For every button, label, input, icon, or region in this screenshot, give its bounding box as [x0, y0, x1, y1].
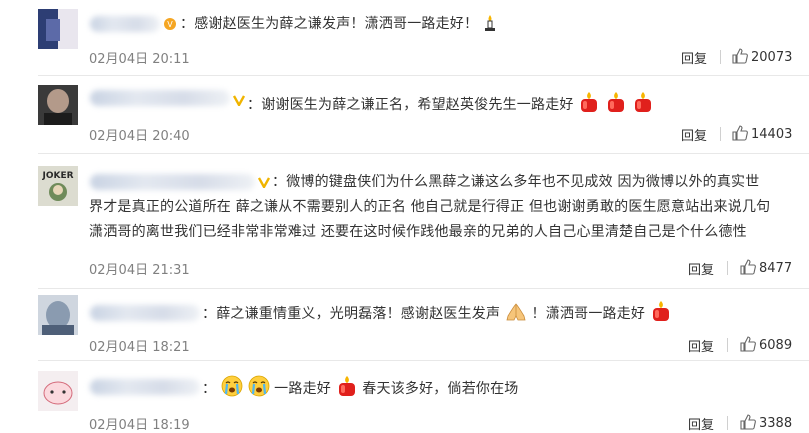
comment-time: 02月04日 20:40: [89, 129, 190, 144]
comment-time: 02月04日 18:21: [89, 340, 190, 355]
avatar-image: [38, 295, 78, 335]
username-blurred[interactable]: [90, 90, 230, 106]
thumbs-up-icon: [740, 336, 756, 352]
praying-hands-icon: [506, 303, 526, 321]
reply-button[interactable]: 回复: [688, 414, 714, 433]
separator: [720, 50, 721, 64]
avatar[interactable]: [38, 85, 78, 125]
candle-icon: [652, 301, 669, 321]
reply-button[interactable]: 回复: [681, 48, 707, 67]
thumbs-up-icon: [732, 125, 748, 141]
avatar[interactable]: [38, 9, 78, 49]
avatar-image: [38, 9, 78, 49]
comment-item: ：薛之谦重情重义，光明磊落！感谢赵医生发声 ！潇洒哥一路走好 02月04日 18…: [0, 289, 809, 359]
comment-item: ：谢谢医生为薛之谦正名，希望赵英俊先生一路走好 02月04日 20:40 回复 …: [0, 76, 809, 152]
crying-face-icon: [248, 375, 269, 397]
avatar[interactable]: [38, 295, 78, 335]
like-button[interactable]: 8477: [740, 259, 792, 276]
comment-time: 02月04日 21:31: [89, 263, 190, 278]
comment-text: ：感谢赵医生为薛之谦发声！潇洒哥一路走好！: [180, 12, 497, 37]
thumbs-up-icon: [740, 414, 756, 430]
crying-face-icon: [221, 375, 243, 397]
separator: [727, 416, 728, 430]
avatar-image: JOKER: [38, 166, 78, 206]
candle-icon: [607, 92, 624, 112]
username-blurred[interactable]: [90, 379, 200, 395]
prayer-candle-icon: [484, 15, 495, 31]
avatar-image: [38, 371, 78, 411]
reply-button[interactable]: 回复: [688, 336, 714, 355]
thumbs-up-icon: [732, 48, 748, 64]
username-blurred[interactable]: [90, 16, 160, 32]
vip-badge-icon: V: [164, 18, 176, 30]
like-count: 20073: [751, 50, 793, 65]
comment-text: ：薛之谦重情重义，光明磊落！感谢赵医生发声 ！潇洒哥一路走好: [202, 300, 672, 327]
reply-button[interactable]: 回复: [681, 125, 707, 144]
comment-text: ：谢谢医生为薛之谦正名，希望赵英俊先生一路走好: [247, 91, 654, 118]
comment-text: ：微博的键盘侠们为什么黑薛之谦这么多年也不见成效 因为微博以外的真实世 界才是真…: [89, 174, 771, 240]
separator: [727, 261, 728, 275]
comment-time: 02月04日 18:19: [89, 418, 190, 433]
candle-icon: [581, 92, 598, 112]
like-button[interactable]: 6089: [740, 336, 792, 353]
like-count: 8477: [759, 261, 793, 276]
avatar[interactable]: JOKER: [38, 166, 78, 206]
thumbs-up-icon: [740, 259, 756, 275]
comment-text: ： 一路走好 春天该多好，倘若你在场: [202, 375, 519, 402]
comment-item: V ：感谢赵医生为薛之谦发声！潇洒哥一路走好！ 02月04日 20:11 回复 …: [0, 0, 809, 76]
candle-icon: [338, 376, 355, 396]
like-button[interactable]: 3388: [740, 414, 792, 431]
avatar-label: JOKER: [41, 171, 73, 181]
like-button[interactable]: 20073: [732, 48, 792, 65]
avatar-image: [38, 85, 78, 125]
like-count: 6089: [759, 338, 793, 353]
like-button[interactable]: 14403: [732, 125, 792, 142]
like-count: 14403: [751, 127, 793, 142]
avatar[interactable]: [38, 371, 78, 411]
separator: [720, 127, 721, 141]
separator: [727, 338, 728, 352]
reply-button[interactable]: 回复: [688, 259, 714, 278]
comment-item: ： 一路走好 春天该多好，倘若你在场 02月04日 18:19 回复 3388: [0, 361, 809, 433]
comment-item: JOKER ：微博的键盘侠们为什么黑薛之谦这么多年也不见成效 因为微博以外的真实…: [0, 154, 809, 288]
candle-icon: [634, 92, 651, 112]
svg-text:V: V: [167, 20, 173, 29]
comment-time: 02月04日 20:11: [89, 52, 190, 67]
username-blurred[interactable]: [90, 305, 200, 321]
like-count: 3388: [759, 416, 793, 431]
vip-badge-icon: [233, 95, 245, 106]
